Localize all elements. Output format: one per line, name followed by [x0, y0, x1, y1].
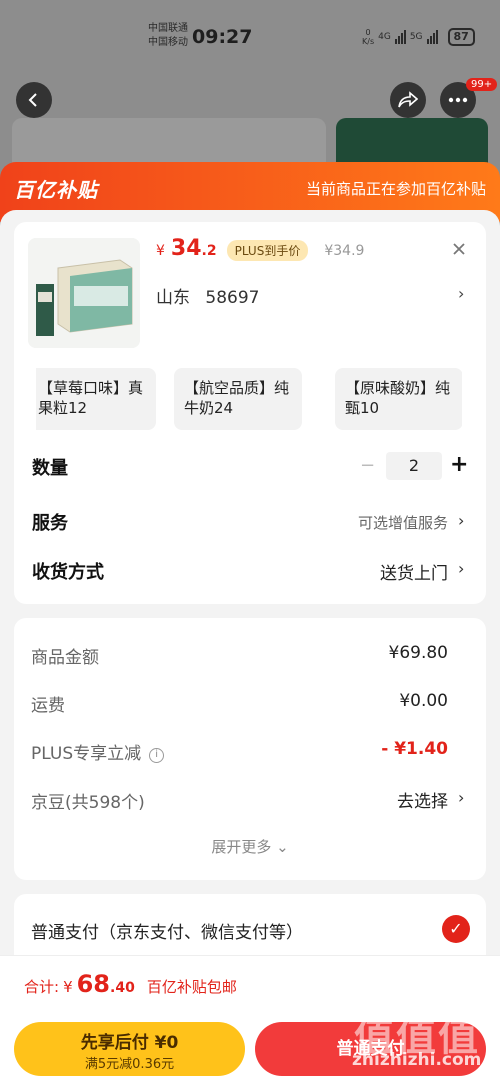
share-icon [398, 91, 418, 108]
price-value: 34 [170, 236, 202, 261]
promo-text: 当前商品正在参加百亿补贴 [305, 180, 486, 198]
address-code: 58697 [205, 288, 260, 308]
total-label: 合计: [24, 978, 60, 996]
net-speed: 0 K/s [362, 28, 374, 46]
service-value[interactable]: 可选增值服务 [358, 512, 448, 533]
carrier-1: 中国联通 [148, 23, 188, 34]
price-decimal: .2 [201, 243, 217, 259]
signal-icon [394, 30, 406, 44]
address-region: 山东 [156, 288, 190, 308]
status-bar: 中国联通 中国移动 09:27 0 K/s 4G 5G 87 [0, 0, 500, 70]
freight-label: 运费 [31, 696, 65, 716]
battery-icon: 87 [447, 28, 475, 46]
total-currency: ¥ [63, 978, 73, 996]
price-row: ¥ 34 .2 PLUS到手价 ¥34.9 [156, 236, 364, 261]
share-button[interactable] [390, 82, 426, 118]
milk-box-image [28, 238, 140, 348]
plus-discount-text: PLUS专享立减 [31, 744, 142, 764]
chevron-left-icon [28, 93, 37, 107]
total-note: 百亿补贴包邮 [146, 978, 237, 996]
variant-option[interactable]: 【航空品质】纯牛奶24 [174, 368, 302, 430]
net-speed-value: 0 [365, 28, 371, 37]
pay-later-subtitle: 满5元减0.36元 [84, 1057, 175, 1072]
goods-amount-value: ¥69.80 [388, 643, 448, 663]
service-label: 服务 [32, 513, 68, 534]
variant-option[interactable]: 【草莓口味】真果粒12 [36, 368, 156, 430]
delivery-address[interactable]: 山东 58697 [156, 283, 270, 308]
close-button[interactable] [448, 240, 470, 262]
plus-price-tag: PLUS到手价 [226, 240, 309, 261]
variant-label: 【草莓口味】真果粒12 [38, 379, 144, 417]
quantity-input[interactable]: 2 [386, 452, 442, 480]
promo-logo: 百亿补贴 [14, 178, 98, 202]
close-icon [453, 243, 465, 255]
checkmark-icon[interactable]: ✓ [442, 915, 470, 943]
product-image[interactable] [28, 238, 140, 348]
price-currency: ¥ [156, 243, 165, 259]
info-icon[interactable]: i [149, 748, 165, 763]
quantity-minus-button[interactable]: − [360, 455, 375, 476]
quantity-plus-button[interactable]: + [450, 452, 468, 477]
variant-option[interactable]: 【原味酸奶】纯甄10 [335, 368, 462, 430]
jd-bean-select[interactable]: 去选择 [397, 787, 448, 812]
plus-discount-value: - ¥1.40 [381, 739, 448, 759]
freight-value: ¥0.00 [399, 691, 448, 711]
status-icons: 0 K/s 4G 5G 87 [362, 28, 475, 46]
variant-list: 【草莓口味】真果粒12 【航空品质】纯牛奶24 【原味酸奶】纯甄10 [36, 368, 462, 432]
total-decimal: .40 [110, 980, 135, 996]
jd-bean-label: 京豆(共598个) [31, 793, 145, 813]
back-button[interactable] [16, 82, 52, 118]
network-type-1: 4G [378, 32, 391, 42]
jd-bean-chevron-icon[interactable]: › [458, 788, 464, 807]
net-speed-unit: K/s [362, 37, 375, 46]
payment-method-label[interactable]: 普通支付（京东支付、微信支付等） [31, 918, 303, 943]
status-time: 09:27 [192, 26, 253, 48]
notification-badge: 99+ [466, 78, 498, 91]
quantity-label: 数量 [32, 458, 68, 479]
delivery-chevron-icon[interactable]: › [458, 559, 464, 578]
service-chevron-icon[interactable]: › [458, 511, 464, 530]
variant-label: 【原味酸奶】纯甄10 [345, 379, 451, 417]
watermark-url: zhizhizhi.com [352, 1050, 482, 1070]
signal-icon-2 [426, 30, 438, 44]
goods-amount-label: 商品金额 [31, 648, 99, 668]
expand-more-label: 展开更多 [211, 838, 272, 856]
total-amount: 合计: ¥ 68 .40 百亿补贴包邮 [24, 970, 237, 998]
pay-later-button[interactable]: 先享后付 ¥0 满5元减0.36元 [14, 1022, 245, 1076]
chevron-down-icon: ⌄ [276, 838, 289, 856]
address-chevron-icon[interactable]: › [458, 284, 464, 303]
carrier-2: 中国移动 [148, 37, 188, 48]
total-value: 68 [76, 970, 111, 998]
variant-label: 【航空品质】纯牛奶24 [184, 379, 290, 417]
delivery-value[interactable]: 送货上门 [380, 559, 448, 584]
original-price: ¥34.9 [324, 243, 365, 259]
network-type-2: 5G [409, 32, 423, 42]
pay-later-title: 先享后付 ¥0 [80, 1033, 179, 1053]
expand-more-button[interactable]: 展开更多 ⌄ [0, 836, 500, 857]
more-icon [448, 97, 468, 103]
plus-discount-label: PLUS专享立减 i [31, 739, 165, 764]
delivery-label: 收货方式 [32, 562, 104, 583]
carrier-info: 中国联通 中国移动 [148, 22, 188, 50]
